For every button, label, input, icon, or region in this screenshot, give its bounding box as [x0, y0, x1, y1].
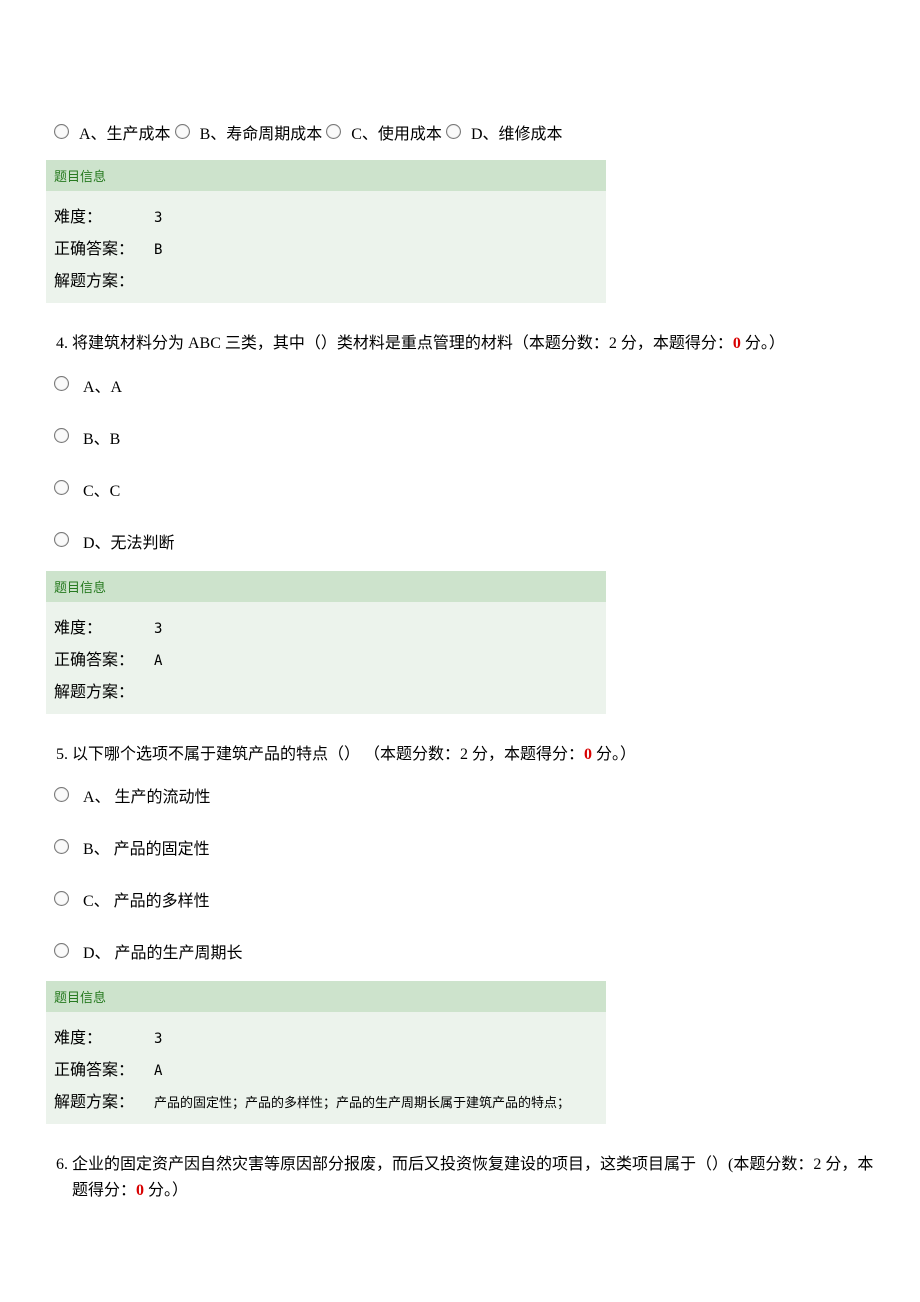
difficulty-row: 难度： 3 [54, 199, 598, 231]
difficulty-label: 难度： [54, 203, 154, 227]
info-body: 难度： 3 正确答案： A 解题方案： [46, 602, 606, 714]
answer-row: 正确答案： B [54, 231, 598, 263]
radio-icon [175, 124, 190, 139]
question-number: 4. [40, 331, 72, 357]
answer-row: 正确答案： A [54, 1052, 598, 1084]
solution-value: 产品的固定性；产品的多样性；产品的生产周期长属于建筑产品的特点； [154, 1092, 570, 1111]
options-block: A、 生产的流动性 B、 产品的固定性 C、 产品的多样性 D、 产品的生产周期… [54, 783, 880, 963]
stem-post: 分。） [144, 1182, 188, 1199]
question-number: 6. [40, 1152, 72, 1178]
answer-value: A [154, 653, 162, 669]
option-a[interactable]: A、 生产的流动性 [54, 783, 876, 807]
difficulty-value: 3 [154, 210, 162, 226]
answer-label: 正确答案： [54, 1056, 154, 1080]
radio-icon [54, 480, 69, 495]
difficulty-value: 3 [154, 1031, 162, 1047]
stem-post: 分。） [741, 335, 785, 352]
option-a[interactable]: A、A [54, 373, 876, 397]
score-earned: 0 [733, 335, 741, 352]
solution-label: 解题方案： [54, 267, 154, 291]
option-label: A、生产成本 [79, 120, 171, 144]
question-number: 5. [40, 742, 72, 768]
answer-label: 正确答案： [54, 235, 154, 259]
stem-pre: 以下哪个选项不属于建筑产品的特点（） （本题分数：2 分，本题得分： [72, 746, 584, 763]
info-body: 难度： 3 正确答案： A 解题方案： 产品的固定性；产品的多样性；产品的生产周… [46, 1012, 606, 1124]
solution-row: 解题方案： [54, 263, 598, 295]
option-label: B、B [83, 425, 120, 449]
radio-icon [54, 532, 69, 547]
question-stem: 6. 企业的固定资产因自然灾害等原因部分报废，而后又投资恢复建设的项目，这类项目… [40, 1152, 880, 1203]
option-b[interactable]: B、 产品的固定性 [54, 835, 876, 859]
radio-icon [54, 428, 69, 443]
difficulty-row: 难度： 3 [54, 1020, 598, 1052]
option-d[interactable]: D、维修成本 [446, 120, 563, 144]
question-stem: 5. 以下哪个选项不属于建筑产品的特点（） （本题分数：2 分，本题得分：0 分… [40, 742, 880, 768]
question-stem: 4. 将建筑材料分为 ABC 三类，其中（）类材料是重点管理的材料（本题分数：2… [40, 331, 880, 357]
solution-row: 解题方案： [54, 674, 598, 706]
difficulty-value: 3 [154, 621, 162, 637]
solution-label: 解题方案： [54, 678, 154, 702]
option-d[interactable]: D、 产品的生产周期长 [54, 939, 876, 963]
solution-row: 解题方案： 产品的固定性；产品的多样性；产品的生产周期长属于建筑产品的特点； [54, 1084, 598, 1116]
option-c[interactable]: C、 产品的多样性 [54, 887, 876, 911]
question-text: 将建筑材料分为 ABC 三类，其中（）类材料是重点管理的材料（本题分数：2 分，… [72, 331, 880, 357]
options-block: A、A B、B C、C D、无法判断 [54, 373, 880, 553]
answer-value: A [154, 1063, 162, 1079]
option-label: B、寿命周期成本 [200, 120, 323, 144]
radio-icon [326, 124, 341, 139]
radio-icon [54, 943, 69, 958]
option-a[interactable]: A、生产成本 [54, 120, 171, 144]
score-earned: 0 [136, 1182, 144, 1199]
question-text: 以下哪个选项不属于建筑产品的特点（） （本题分数：2 分，本题得分：0 分。） [72, 742, 880, 768]
info-header: 题目信息 [46, 160, 606, 191]
option-b[interactable]: B、B [54, 425, 876, 449]
option-label: A、 生产的流动性 [83, 783, 211, 807]
solution-label: 解题方案： [54, 1088, 154, 1112]
radio-icon [54, 124, 69, 139]
option-d[interactable]: D、无法判断 [54, 529, 876, 553]
page-content: A、生产成本 B、寿命周期成本 C、使用成本 D、维修成本 题目信息 难度： 3 [0, 0, 920, 1271]
question-3: A、生产成本 B、寿命周期成本 C、使用成本 D、维修成本 题目信息 难度： 3 [40, 120, 880, 303]
option-label: D、维修成本 [471, 120, 563, 144]
difficulty-row: 难度： 3 [54, 610, 598, 642]
info-body: 难度： 3 正确答案： B 解题方案： [46, 191, 606, 303]
radio-icon [54, 376, 69, 391]
option-b[interactable]: B、寿命周期成本 [175, 120, 323, 144]
option-label: D、无法判断 [83, 529, 175, 553]
info-box: 题目信息 难度： 3 正确答案： A 解题方案： 产品的固定性；产品的多样性；产… [46, 981, 606, 1124]
question-4: 4. 将建筑材料分为 ABC 三类，其中（）类材料是重点管理的材料（本题分数：2… [40, 331, 880, 714]
stem-pre: 企业的固定资产因自然灾害等原因部分报废，而后又投资恢复建设的项目，这类项目属于（… [72, 1156, 873, 1199]
stem-pre: 将建筑材料分为 ABC 三类，其中（）类材料是重点管理的材料（本题分数：2 分，… [72, 335, 733, 352]
stem-post: 分。） [592, 746, 636, 763]
answer-value: B [154, 242, 162, 258]
option-label: C、C [83, 477, 120, 501]
info-box: 题目信息 难度： 3 正确答案： B 解题方案： [46, 160, 606, 303]
info-box: 题目信息 难度： 3 正确答案： A 解题方案： [46, 571, 606, 714]
radio-icon [54, 839, 69, 854]
answer-label: 正确答案： [54, 646, 154, 670]
question-6: 6. 企业的固定资产因自然灾害等原因部分报废，而后又投资恢复建设的项目，这类项目… [40, 1152, 880, 1203]
option-c[interactable]: C、使用成本 [326, 120, 442, 144]
option-label: A、A [83, 373, 122, 397]
answer-row: 正确答案： A [54, 642, 598, 674]
radio-icon [446, 124, 461, 139]
option-label: C、 产品的多样性 [83, 887, 210, 911]
radio-icon [54, 787, 69, 802]
option-label: C、使用成本 [351, 120, 442, 144]
difficulty-label: 难度： [54, 1024, 154, 1048]
info-header: 题目信息 [46, 981, 606, 1012]
question-5: 5. 以下哪个选项不属于建筑产品的特点（） （本题分数：2 分，本题得分：0 分… [40, 742, 880, 1125]
option-label: D、 产品的生产周期长 [83, 939, 243, 963]
info-header: 题目信息 [46, 571, 606, 602]
question-text: 企业的固定资产因自然灾害等原因部分报废，而后又投资恢复建设的项目，这类项目属于（… [72, 1152, 880, 1203]
options-inline: A、生产成本 B、寿命周期成本 C、使用成本 D、维修成本 [54, 120, 880, 144]
option-label: B、 产品的固定性 [83, 835, 210, 859]
difficulty-label: 难度： [54, 614, 154, 638]
radio-icon [54, 891, 69, 906]
option-c[interactable]: C、C [54, 477, 876, 501]
score-earned: 0 [584, 746, 592, 763]
